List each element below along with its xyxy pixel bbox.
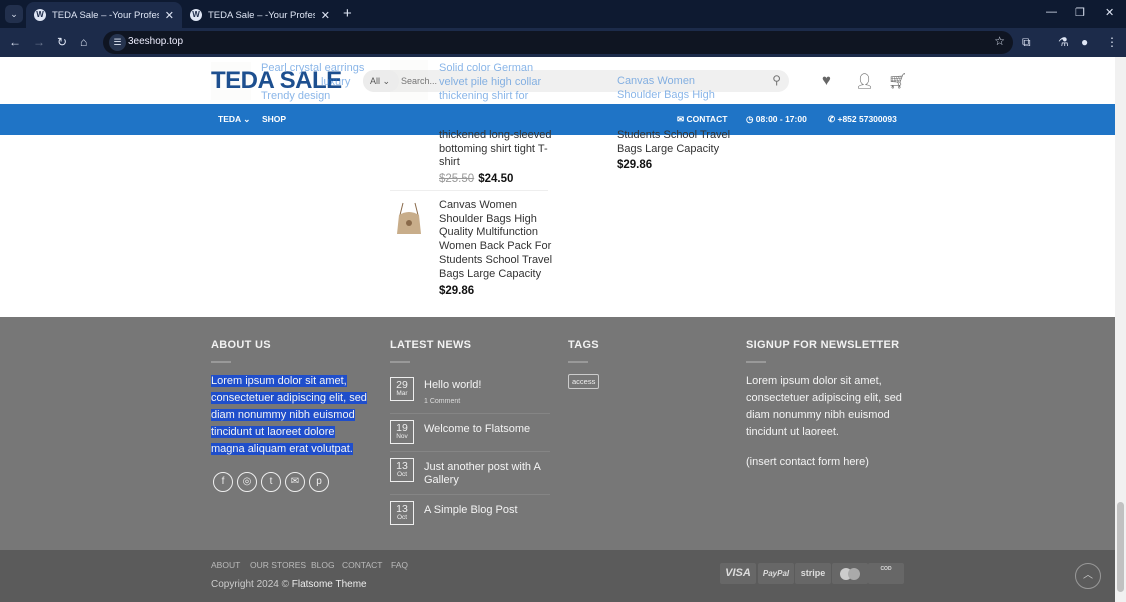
cash-on-delivery-icon: COD [868, 563, 904, 584]
divider [390, 451, 550, 452]
profile-icon[interactable]: ● [1081, 35, 1088, 49]
new-tab-button[interactable]: + [343, 5, 352, 22]
divider [746, 361, 766, 363]
bookmark-star-icon[interactable]: ☆ [994, 34, 1005, 48]
menu-icon[interactable]: ⋮ [1106, 35, 1118, 49]
footer-link-faq[interactable]: FAQ [391, 560, 408, 570]
forward-icon[interactable]: → [33, 35, 45, 49]
footer-widgets: ABOUT US Lorem ipsum dolor sit amet, con… [0, 317, 1115, 550]
post-date-badge: 13 Oct [390, 501, 414, 525]
newsletter-heading: SIGNUP FOR NEWSLETTER [746, 339, 900, 351]
email-icon[interactable]: ✉ [285, 472, 305, 492]
search-input[interactable] [401, 72, 761, 90]
news-post-link[interactable]: A Simple Blog Post [424, 504, 549, 517]
tab-strip: ⌄ WTEDA Sale – -Your Professional✕ WTEDA… [0, 0, 1126, 28]
pinterest-icon[interactable]: p [309, 472, 329, 492]
divider [390, 190, 548, 191]
paypal-icon: PayPal [758, 563, 794, 584]
account-icon[interactable]: 👤︎ [855, 72, 874, 90]
back-icon[interactable]: ← [9, 35, 21, 49]
extensions-icon[interactable]: ⧉ [1022, 35, 1031, 50]
tab-2[interactable]: WTEDA Sale – -Your Professional✕ [182, 2, 338, 28]
news-heading: LATEST NEWS [390, 339, 472, 351]
minimize-button[interactable]: — [1046, 6, 1057, 18]
divider [390, 494, 550, 495]
search-bar: All ⌄ ⚲ [363, 70, 789, 92]
wordpress-icon: W [190, 9, 202, 21]
about-text: Lorem ipsum dolor sit amet, consectetuer… [211, 375, 367, 455]
mastercard-icon [832, 563, 868, 584]
home-icon[interactable]: ⌂ [80, 35, 87, 49]
close-tab-icon[interactable]: ✕ [321, 9, 330, 22]
product-item[interactable]: thickened long-sleeved bottoming shirt t… [439, 129, 554, 187]
nav-item-teda[interactable]: TEDA ⌄ [218, 114, 250, 125]
post-date-badge: 13 Oct [390, 458, 414, 482]
post-date-badge: 19 Nov [390, 420, 414, 444]
news-post-link[interactable]: Just another post with A Gallery [424, 461, 549, 487]
footer-link-blog[interactable]: BLOG [311, 560, 335, 570]
post-date-badge: 29 Mar [390, 377, 414, 401]
contact-link[interactable]: ✉ CONTACT [677, 114, 727, 125]
labs-icon[interactable]: ⚗ [1058, 35, 1069, 49]
nav-item-shop[interactable]: SHOP [262, 114, 286, 124]
wishlist-heart-icon[interactable]: ♥ [822, 72, 831, 89]
tab-search-button[interactable]: ⌄ [5, 5, 23, 23]
visa-icon: VISA [720, 563, 756, 584]
facebook-icon[interactable]: f [213, 472, 233, 492]
maximize-button[interactable]: ❐ [1075, 6, 1085, 19]
tab-1[interactable]: WTEDA Sale – -Your Professional✕ [26, 2, 182, 28]
about-heading: ABOUT US [211, 339, 271, 351]
newsletter-form-placeholder: (insert contact form here) [746, 456, 869, 468]
newsletter-text: Lorem ipsum dolor sit amet, consectetuer… [746, 375, 902, 438]
scrollbar[interactable] [1115, 57, 1126, 602]
divider [211, 361, 231, 363]
footer-bottom-bar: ABOUT OUR STORES BLOG CONTACT FAQ Copyri… [0, 550, 1115, 602]
address-bar-row: ← → ↻ ⌂ ☰ 3eeshop.top ☆ ⧉ ⚗ ● ⋮ [0, 28, 1126, 57]
tag-access[interactable]: access [568, 374, 600, 389]
news-post-link[interactable]: Hello world! 1 Comment [424, 379, 549, 408]
search-category-select[interactable]: All ⌄ [363, 70, 399, 92]
cart-basket-icon[interactable]: 🛒︎ [888, 72, 907, 90]
scrollbar-thumb[interactable] [1117, 502, 1124, 592]
phone-link[interactable]: ✆ +852 57300093 [828, 114, 897, 125]
wordpress-icon: W [34, 9, 46, 21]
news-post-link[interactable]: Welcome to Flatsome [424, 423, 549, 436]
site-logo[interactable]: TEDA SALE [211, 67, 342, 95]
close-window-button[interactable]: ✕ [1105, 6, 1114, 19]
reload-icon[interactable]: ↻ [57, 35, 67, 49]
site-header: TEDA SALE All ⌄ ⚲ ♥ 👤︎ 🛒︎ [0, 57, 1115, 104]
url-field[interactable]: ☰ 3eeshop.top ☆ [103, 31, 1013, 54]
site-info-icon[interactable]: ☰ [109, 34, 126, 51]
footer-link-about[interactable]: ABOUT [211, 560, 240, 570]
tags-heading: TAGS [568, 339, 599, 351]
product-item[interactable]: Canvas Women Shoulder Bags High Quality … [439, 199, 554, 299]
footer-link-contact[interactable]: CONTACT [342, 560, 382, 570]
divider [568, 361, 588, 363]
divider [390, 413, 550, 414]
twitter-icon[interactable]: t [261, 472, 281, 492]
instagram-icon[interactable]: ◎ [237, 472, 257, 492]
footer-link-stores[interactable]: OUR STORES [250, 560, 306, 570]
close-tab-icon[interactable]: ✕ [165, 9, 174, 22]
main-nav-bar: TEDA ⌄ SHOP ✉ CONTACT ◷ 08:00 - 17:00 ✆ … [0, 104, 1115, 135]
product-item[interactable]: Students School Travel Bags Large Capaci… [617, 129, 742, 173]
hours-info: ◷ 08:00 - 17:00 [746, 114, 807, 124]
page-viewport: TEDA SALE All ⌄ ⚲ ♥ 👤︎ 🛒︎ Pearl crystal … [0, 57, 1115, 602]
stripe-icon: stripe [795, 563, 831, 584]
divider [390, 361, 410, 363]
search-icon[interactable]: ⚲ [772, 73, 781, 87]
back-to-top-button[interactable]: ︿ [1075, 563, 1101, 589]
backpack-product-image [397, 202, 421, 234]
copyright: Copyright 2024 © Flatsome Theme [211, 579, 367, 590]
